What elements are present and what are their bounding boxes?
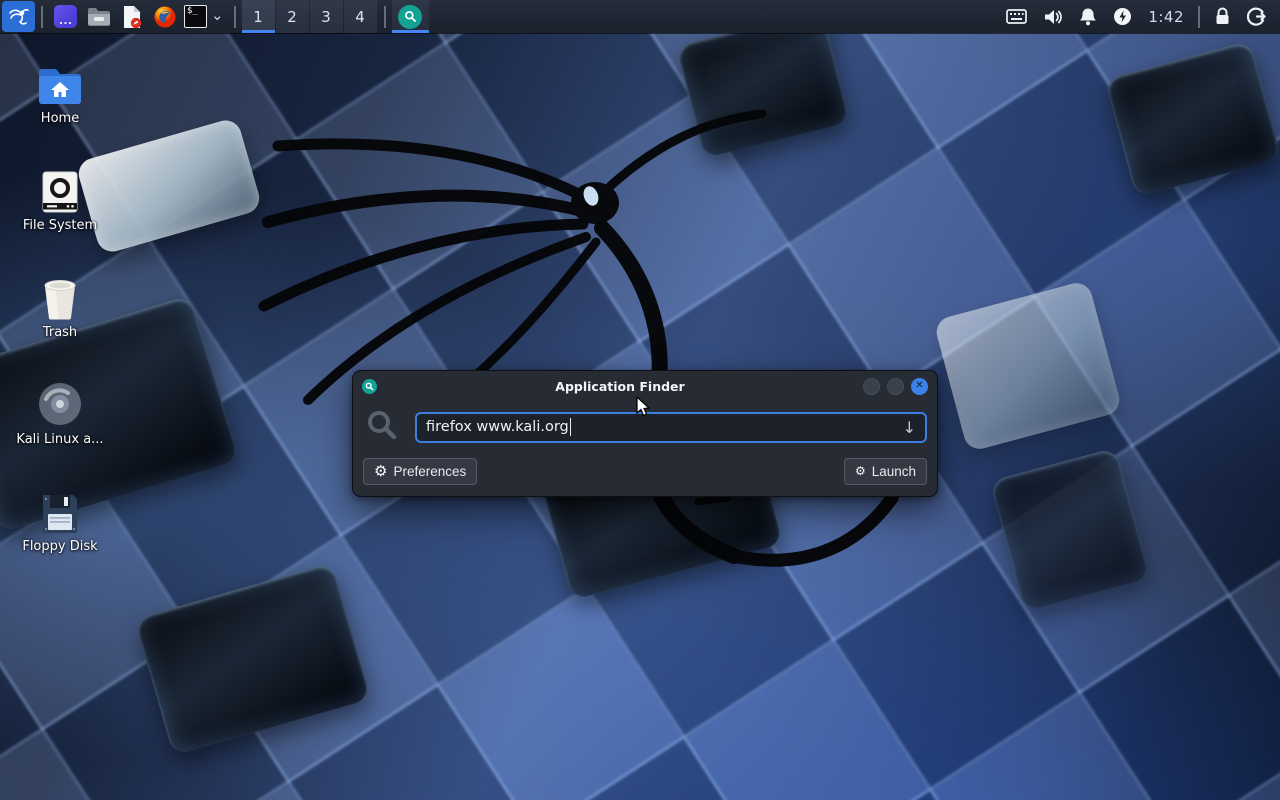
desktop-icon-label: Floppy Disk	[22, 539, 97, 554]
window-title: Application Finder	[377, 379, 863, 394]
launch-gear-icon: ⚙	[855, 465, 866, 477]
taskbar-application-finder[interactable]	[392, 0, 429, 33]
preferences-button[interactable]: ⚙ Preferences	[363, 458, 477, 485]
panel-separator	[1198, 6, 1200, 28]
launcher-file-manager[interactable]	[82, 0, 115, 33]
chevron-glyph: ⌄	[211, 6, 224, 24]
launcher-text-editor[interactable]	[115, 0, 148, 33]
desktop-icon-label: Kali Linux a...	[16, 432, 103, 447]
desktop-icon-label: File System	[23, 218, 97, 233]
launcher-terminal[interactable]: $_	[181, 0, 210, 33]
panel-separator	[234, 6, 236, 28]
home-folder-icon	[36, 58, 84, 106]
kali-disc-icon	[37, 379, 83, 427]
floppy-icon	[40, 486, 80, 534]
purple-app-icon	[54, 5, 77, 28]
minimize-button[interactable]	[863, 378, 880, 395]
desktop-icon-label: Trash	[43, 325, 77, 340]
workspace-3[interactable]: 3	[310, 0, 343, 33]
workspace-number: 3	[321, 8, 331, 26]
keyboard-icon[interactable]	[998, 0, 1035, 33]
panel-separator	[41, 6, 43, 28]
dropdown-arrow-icon[interactable]: ↓	[903, 418, 916, 437]
search-query-text: firefox www.kali.org	[426, 419, 569, 435]
search-icon	[365, 409, 401, 445]
launcher-chevron-down-icon[interactable]: ⌄	[210, 0, 228, 33]
maximize-button[interactable]	[887, 378, 904, 395]
volume-icon[interactable]	[1035, 0, 1071, 33]
log-out-icon[interactable]	[1239, 0, 1274, 33]
window-icon	[362, 379, 377, 394]
applications-menu-button[interactable]	[2, 1, 35, 32]
desktop-icon-label: Home	[41, 111, 79, 126]
search-input[interactable]: firefox www.kali.org ↓	[415, 412, 927, 443]
close-button[interactable]: ✕	[911, 378, 928, 395]
desktop-icon-trash[interactable]: Trash	[6, 266, 114, 373]
folder-icon	[87, 7, 111, 27]
notifications-bell-icon[interactable]	[1071, 0, 1105, 33]
terminal-prompt-glyph: $_	[187, 6, 198, 16]
trash-icon	[39, 272, 81, 320]
workspace-switcher: 1 2 3 4	[242, 0, 378, 33]
mouse-cursor	[636, 396, 651, 418]
desktop-icon-floppy[interactable]: Floppy Disk	[6, 480, 114, 587]
workspace-1[interactable]: 1	[242, 0, 275, 33]
app-finder-icon	[398, 5, 422, 29]
desktop-icon-list: Home File System Trash	[6, 52, 114, 587]
button-row: ⚙ Preferences ⚙ Launch	[353, 445, 937, 485]
workspace-4[interactable]: 4	[344, 0, 377, 33]
launch-button[interactable]: ⚙ Launch	[844, 458, 927, 485]
workspace-number: 4	[355, 8, 365, 26]
launcher-dashboard[interactable]	[49, 0, 82, 33]
text-caret	[570, 418, 571, 436]
desktop-icon-filesystem[interactable]: File System	[6, 159, 114, 266]
panel-separator	[384, 6, 386, 28]
kali-dragon-icon	[7, 5, 31, 29]
top-panel: $_ ⌄ 1 2 3 4	[0, 0, 1280, 33]
workspace-number: 1	[253, 8, 263, 26]
desktop-icon-home[interactable]: Home	[6, 52, 114, 159]
launcher-firefox[interactable]	[148, 0, 181, 33]
close-icon: ✕	[915, 381, 923, 391]
workspace-2[interactable]: 2	[276, 0, 309, 33]
lock-screen-icon[interactable]	[1206, 0, 1239, 33]
clock[interactable]: 1:42	[1140, 8, 1192, 26]
launch-label: Launch	[872, 464, 916, 479]
document-edit-icon	[121, 5, 143, 29]
desktop-icon-kali-installer[interactable]: Kali Linux a...	[6, 373, 114, 480]
drive-icon	[41, 165, 79, 213]
application-finder-window: Application Finder ✕ firefox www.kali.or…	[352, 370, 938, 497]
terminal-icon: $_	[184, 5, 207, 28]
gear-icon: ⚙	[374, 464, 387, 479]
preferences-label: Preferences	[393, 464, 466, 479]
system-tray: 1:42	[998, 0, 1280, 33]
window-controls: ✕	[863, 378, 928, 395]
power-manager-icon[interactable]	[1105, 0, 1140, 33]
firefox-icon	[153, 5, 177, 29]
workspace-number: 2	[287, 8, 297, 26]
kali-dragon-logo	[250, 100, 910, 570]
